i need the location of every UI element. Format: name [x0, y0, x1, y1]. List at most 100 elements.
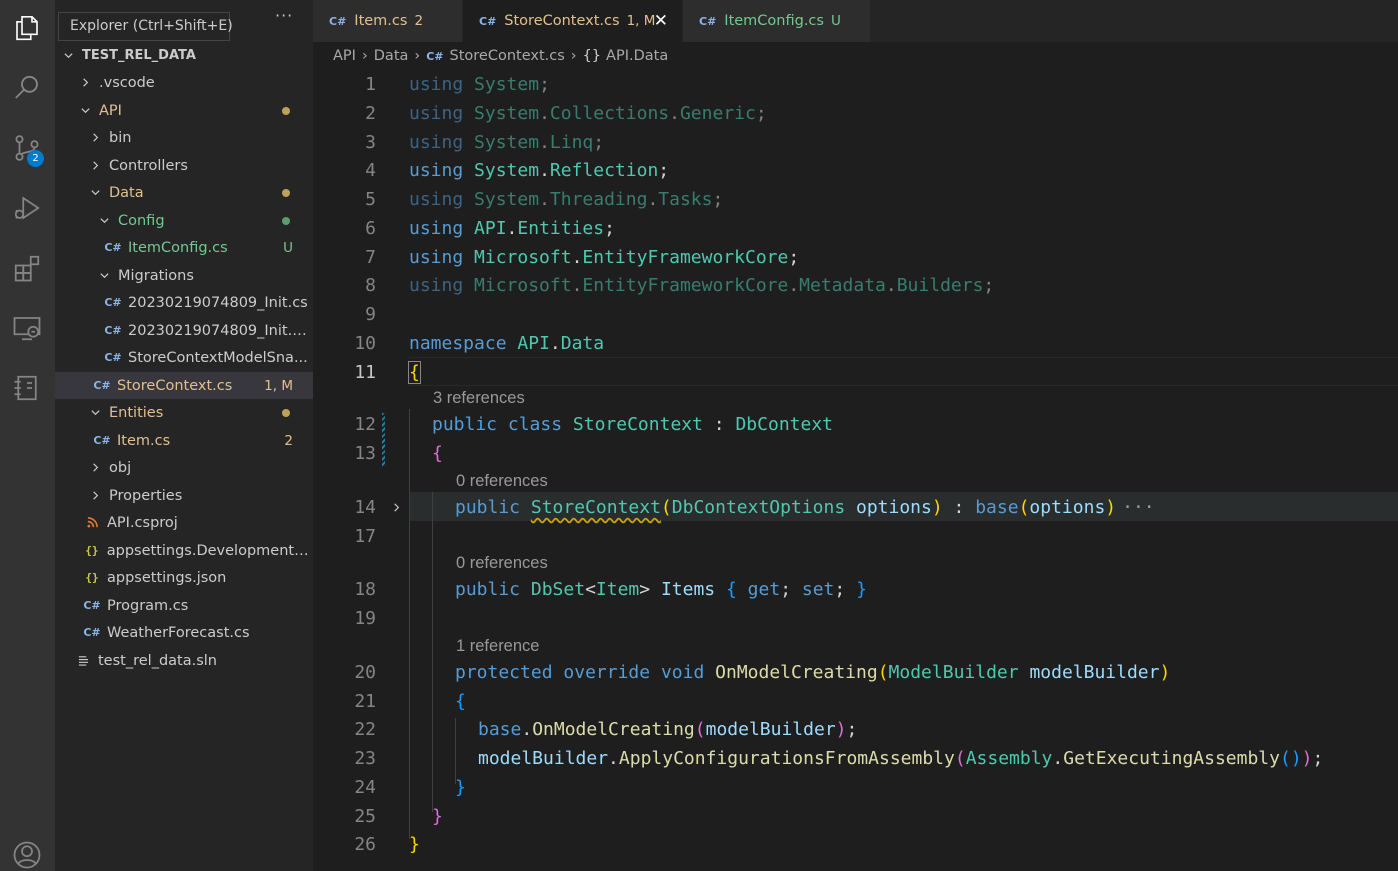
- line-number: 21: [354, 691, 376, 712]
- indent-guide: [432, 492, 433, 812]
- csharp-file-icon: C#: [104, 241, 122, 254]
- tree-item-itemconfig[interactable]: C# ItemConfig.cs U: [55, 234, 313, 261]
- explorer-tooltip: Explorer (Ctrl+Shift+E): [58, 12, 233, 41]
- tree-item-item[interactable]: C# Item.cs 2: [55, 427, 313, 454]
- tree-item-sln[interactable]: test_rel_data.sln: [55, 647, 313, 674]
- modified-dot: [282, 408, 290, 417]
- codelens-references[interactable]: 0 references: [456, 470, 548, 492]
- code-line: protected override void OnModelCreating(…: [455, 662, 1171, 683]
- run-debug-icon[interactable]: [8, 189, 46, 227]
- tree-item-label: Properties: [109, 487, 183, 504]
- line-number: 19: [354, 608, 376, 629]
- codelens-references[interactable]: 3 references: [433, 387, 525, 409]
- csharp-file-icon: C#: [699, 14, 717, 28]
- code-editor[interactable]: 1 2 3 4 5 6 7 8 9 10 11 12 13 14 17 18 1…: [313, 70, 1398, 871]
- code-line: using API.Entities;: [409, 218, 615, 239]
- codelens-references[interactable]: 1 reference: [456, 635, 539, 657]
- breadcrumb-api[interactable]: API: [333, 48, 356, 64]
- extensions-icon[interactable]: [8, 249, 46, 287]
- tree-item-label: test_rel_data.sln: [98, 652, 217, 669]
- code-line: using Microsoft.EntityFrameworkCore.Meta…: [409, 275, 995, 296]
- breadcrumb-file[interactable]: StoreContext.cs: [450, 48, 565, 64]
- json-file-icon: {}: [85, 544, 99, 557]
- chevron-down-icon: [79, 105, 91, 117]
- tree-item-program[interactable]: C# Program.cs: [55, 592, 313, 619]
- tree-item-obj[interactable]: obj: [55, 454, 313, 481]
- code-line: using Microsoft.EntityFrameworkCore;: [409, 247, 800, 268]
- close-icon[interactable]: ✕: [654, 11, 668, 31]
- code-line: public DbSet<Item> Items { get; set; }: [455, 579, 867, 600]
- tree-item-label: API: [99, 102, 122, 119]
- tree-item-storecontext[interactable]: C# StoreContext.cs 1, M: [55, 372, 313, 399]
- explorer-sidebar: ··· TEST_REL_DATA .vscode API bin Contro…: [55, 0, 313, 871]
- line-number: 18: [354, 579, 376, 600]
- tree-item-controllers[interactable]: Controllers: [55, 152, 313, 179]
- tree-item-label: StoreContext.cs: [117, 377, 233, 394]
- more-actions-icon[interactable]: ···: [275, 6, 293, 25]
- line-number: 11: [354, 362, 376, 383]
- fold-chevron-right-icon[interactable]: [389, 493, 403, 522]
- line-number: 9: [365, 304, 376, 325]
- tab-storecontext-cs[interactable]: C# StoreContext.cs 1, M ✕: [463, 0, 683, 42]
- tree-item-bin[interactable]: bin: [55, 124, 313, 151]
- codelens-references[interactable]: 0 references: [456, 552, 548, 574]
- files-icon[interactable]: [8, 9, 46, 47]
- tree-item-label: Data: [109, 184, 144, 201]
- tree-item-weatherforecast[interactable]: C# WeatherForecast.cs: [55, 619, 313, 646]
- tree-item-label: WeatherForecast.cs: [107, 624, 250, 641]
- tree-item-data[interactable]: Data: [55, 179, 313, 206]
- tree-item-entities[interactable]: Entities: [55, 399, 313, 426]
- current-line-highlight: [409, 357, 1398, 386]
- csharp-file-icon: C#: [93, 379, 111, 392]
- tree-item-migrations[interactable]: Migrations: [55, 262, 313, 289]
- chevron-right-icon: [89, 160, 101, 172]
- tree-item-label: ItemConfig.cs: [128, 239, 228, 256]
- tab-label: Item.cs: [354, 13, 408, 29]
- tree-item-label: Config: [118, 212, 165, 229]
- line-number: 4: [365, 160, 376, 181]
- accounts-icon[interactable]: [8, 836, 46, 871]
- chevron-down-icon: [98, 270, 110, 282]
- chevron-right-icon: ›: [570, 48, 577, 64]
- tree-item-api[interactable]: API: [55, 97, 313, 124]
- explorer-root-label: TEST_REL_DATA: [82, 48, 196, 63]
- tab-status: 2: [414, 13, 424, 29]
- tree-item-vscode[interactable]: .vscode: [55, 69, 313, 96]
- tree-item-properties[interactable]: Properties: [55, 482, 313, 509]
- json-file-icon: {}: [85, 571, 99, 584]
- tree-item-csproj[interactable]: API.csproj: [55, 509, 313, 536]
- diff-modified-marker[interactable]: [382, 413, 385, 467]
- tree-item-model-snapshot[interactable]: C# StoreContextModelSna...: [55, 344, 313, 371]
- code-line: }: [432, 806, 443, 827]
- editor-tab-bar: C# Item.cs 2 C# StoreContext.cs 1, M ✕ C…: [313, 0, 1398, 42]
- code-line: modelBuilder.ApplyConfigurationsFromAsse…: [478, 748, 1324, 769]
- indent-guide: [409, 409, 410, 839]
- breadcrumb-namespace[interactable]: API.Data: [606, 48, 668, 64]
- git-status: U: [283, 239, 293, 256]
- line-number: 20: [354, 662, 376, 683]
- line-number: 23: [354, 748, 376, 769]
- tree-item-appsettings-dev[interactable]: {} appsettings.Development.j...: [55, 537, 313, 564]
- line-number: 6: [365, 218, 376, 239]
- remote-explorer-icon[interactable]: [8, 309, 46, 347]
- tree-item-config[interactable]: Config: [55, 207, 313, 234]
- tab-item-cs[interactable]: C# Item.cs 2: [313, 0, 463, 42]
- tab-label: ItemConfig.cs: [724, 13, 824, 29]
- tree-item-migration-designer[interactable]: C# 20230219074809_Init.D...: [55, 317, 313, 344]
- tab-itemconfig-cs[interactable]: C# ItemConfig.cs U: [683, 0, 871, 42]
- tree-item-migration-init[interactable]: C# 20230219074809_Init.cs: [55, 289, 313, 316]
- breadcrumb-data[interactable]: Data: [374, 48, 409, 64]
- breadcrumb: API › Data › C# StoreContext.cs › {} API…: [313, 42, 1398, 70]
- code-line: {: [455, 691, 466, 712]
- tree-item-appsettings[interactable]: {} appsettings.json: [55, 564, 313, 591]
- problem-count: 2: [284, 432, 293, 449]
- code-line: using System;: [409, 74, 550, 95]
- explorer-root[interactable]: TEST_REL_DATA: [55, 42, 313, 69]
- notebook-icon[interactable]: [8, 369, 46, 407]
- tree-item-label: Item.cs: [117, 432, 171, 449]
- csharp-file-icon: C#: [83, 626, 101, 639]
- search-icon[interactable]: [8, 69, 46, 107]
- modified-dot: [282, 106, 290, 115]
- line-number: 2: [365, 103, 376, 124]
- line-number: 13: [354, 443, 376, 464]
